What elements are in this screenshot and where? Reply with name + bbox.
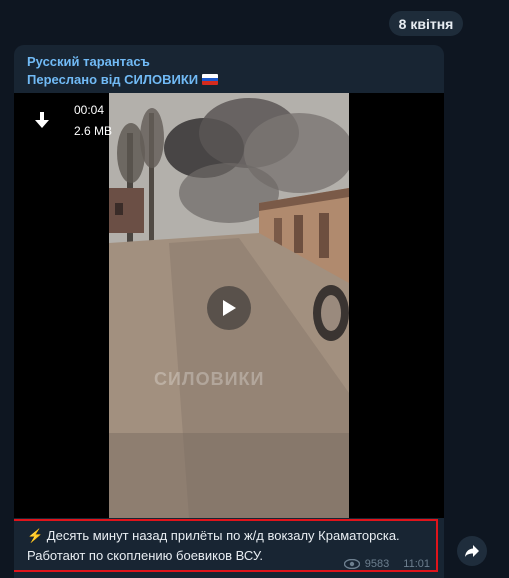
share-button[interactable] (457, 536, 487, 566)
eye-icon (343, 559, 360, 569)
play-icon (223, 300, 236, 316)
video-duration: 00:04 (74, 103, 105, 117)
caption-line-1: ⚡️ Десять минут назад прилёты по ж/д вок… (27, 528, 400, 543)
download-icon[interactable] (28, 107, 56, 135)
caption-line-2: Работают по скоплению боевиков ВСУ. (27, 548, 264, 563)
message-bubble: Русский тарантасъ Переслано від СИЛОВИКИ (14, 45, 444, 578)
message-meta: 9583 11:01 (343, 558, 430, 570)
share-arrow-icon (465, 545, 479, 557)
views-count: 9583 (364, 558, 390, 570)
video-size: 2.6 MB (74, 124, 113, 138)
sender-name[interactable]: Русский тарантасъ (27, 54, 150, 69)
message-time: 11:01 (403, 558, 430, 570)
video-player[interactable]: СИЛОВИКИ 00:04 2.6 MB (14, 93, 444, 518)
play-button[interactable] (207, 286, 251, 330)
russian-flag-icon (202, 74, 219, 85)
forwarded-from-label: Переслано від СИЛОВИКИ (27, 72, 199, 87)
video-watermark: СИЛОВИКИ (154, 369, 265, 389)
forwarded-from[interactable]: Переслано від СИЛОВИКИ (27, 72, 219, 87)
date-separator: 8 квітня (389, 11, 463, 36)
date-label: 8 квітня (398, 15, 454, 32)
